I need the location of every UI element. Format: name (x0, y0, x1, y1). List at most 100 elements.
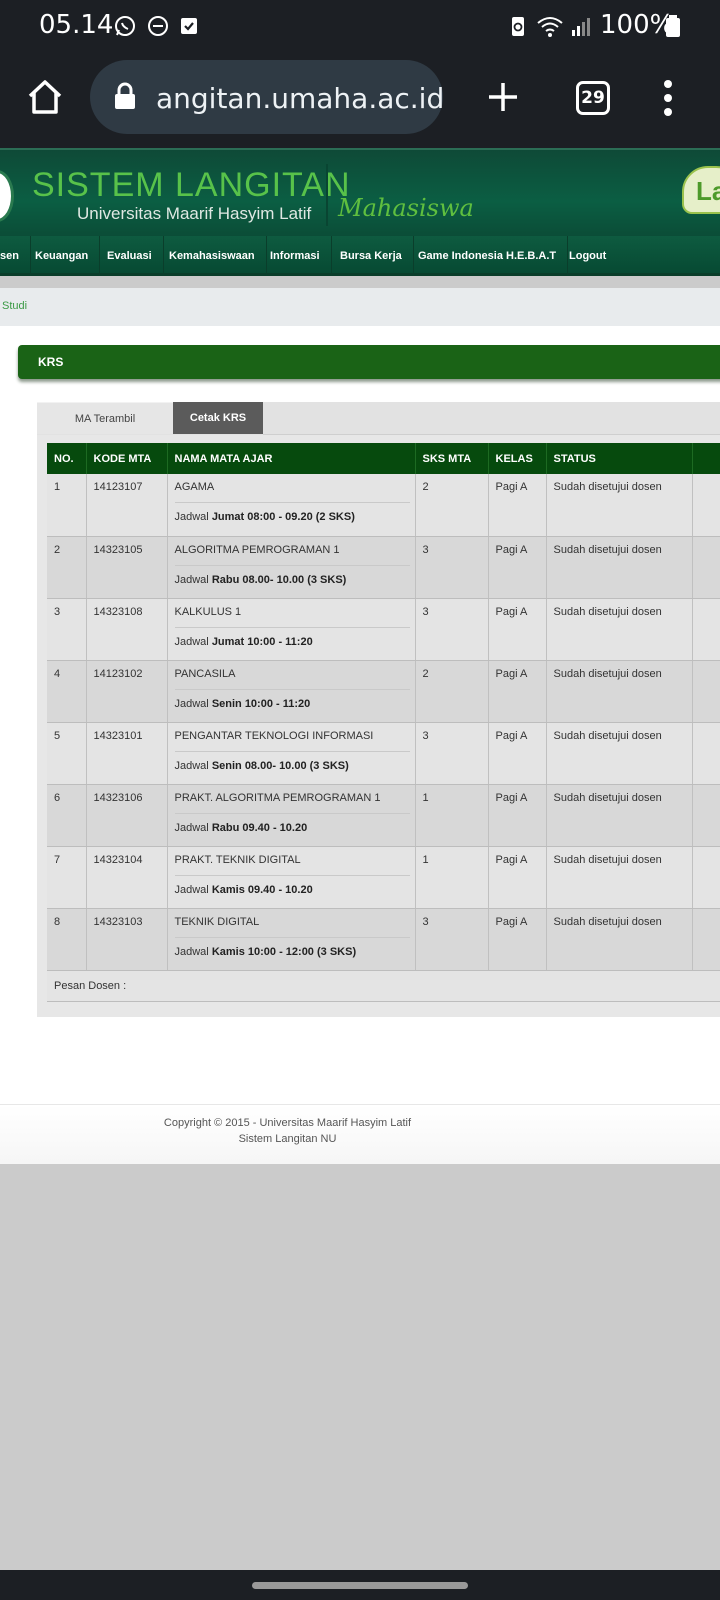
section-title: KRS (38, 355, 64, 369)
cell-no: 3 (47, 598, 87, 661)
schedule-prefix: Jadwal (174, 573, 209, 586)
footer-copyright: Copyright © 2015 - Universitas Maarif Ha… (163, 1117, 412, 1129)
cell-nama: PRAKT. ALGORITMA PEMROGRAMAN 1 Jadwal Rab… (167, 784, 416, 847)
table-row: 5 14323101 PENGANTAR TEKNOLOGI INFORMASI Ja… (47, 722, 720, 785)
course-name: TEKNIK DIGITAL (174, 916, 410, 938)
schedule-value: Kamis 10:00 - 12:00 (3 SKS) (211, 945, 357, 958)
cell-sks: 3 (415, 722, 489, 785)
cell-nama: TEKNIK DIGITAL Jadwal Kamis 10:00 - 12:00… (167, 908, 416, 971)
cell-kelas: Pagi A (488, 722, 547, 785)
header-divider (326, 164, 328, 226)
tab-ma-terambil[interactable]: MA Terambil (37, 402, 173, 434)
cell-extra (692, 660, 720, 723)
site-subtitle: Universitas Maarif Hasyim Latif (77, 204, 312, 223)
schedule-prefix: Jadwal (174, 821, 209, 834)
section-header: KRS (18, 345, 720, 379)
url-text: angitan.umaha.ac.id (156, 82, 445, 115)
battery-icon (666, 15, 680, 37)
course-schedule: Jadwal Senin 10:00 - 11:20 (175, 690, 408, 710)
schedule-prefix: Jadwal (174, 883, 209, 896)
course-schedule: Jadwal Kamis 10:00 - 12:00 (3 SKS) (175, 938, 408, 958)
cell-status: Sudah disetujui dosen (546, 722, 693, 785)
column-header-nama: NAMA MATA AJAR (167, 443, 416, 474)
cell-nama: PRAKT. TEKNIK DIGITAL Jadwal Kamis 09.40 … (167, 846, 416, 909)
pesan-dosen-row: Pesan Dosen : (47, 970, 720, 1002)
table-row: 1 14123107 AGAMA Jadwal Jumat 08:00 - 09.20… (47, 474, 720, 537)
cell-kode: 14323103 (86, 908, 168, 971)
cell-extra (692, 536, 720, 599)
cell-kode: 14323104 (86, 846, 168, 909)
tab-switcher-button[interactable]: 29 (576, 81, 610, 115)
do-not-disturb-icon (148, 16, 168, 36)
cell-extra (692, 784, 720, 847)
schedule-value: Senin 10:00 - 11:20 (211, 697, 311, 710)
schedule-value: Jumat 08:00 - 09.20 (2 SKS) (211, 511, 355, 523)
nav-item-informasi[interactable]: Informasi (259, 236, 332, 276)
course-schedule: Jadwal Jumat 08:00 - 09.20 (2 SKS) (175, 503, 408, 523)
schedule-value: Rabu 08.00- 10.00 (3 SKS) (211, 573, 347, 586)
cell-kode: 14323106 (86, 784, 168, 847)
schedule-prefix: Jadwal (174, 511, 209, 523)
cell-no: 2 (47, 536, 87, 599)
site-title: SISTEM LANGITAN (32, 166, 351, 204)
schedule-value: Rabu 09.40 - 10.20 (211, 821, 308, 834)
nav-item-evaluasi[interactable]: Evaluasi (96, 236, 164, 276)
cell-kelas: Pagi A (488, 536, 547, 599)
schedule-value: Jumat 10:00 - 11:20 (211, 635, 313, 648)
course-name: ALGORITMA PEMROGRAMAN 1 (174, 544, 410, 566)
breadcrumb: Studi (0, 288, 720, 326)
course-schedule: Jadwal Rabu 08.00- 10.00 (3 SKS) (175, 566, 408, 586)
nav-item-keuangan[interactable]: Keuangan (24, 236, 101, 276)
cell-kode: 14323101 (86, 722, 168, 785)
address-bar[interactable]: angitan.umaha.ac.id (90, 60, 445, 134)
nav-item-logout[interactable]: Logout (558, 236, 617, 276)
cell-sks: 2 (415, 660, 489, 723)
schedule-value: Kamis 09.40 - 10.20 (211, 883, 313, 896)
more-menu-icon[interactable] (658, 78, 678, 118)
gesture-handle[interactable] (252, 1582, 468, 1589)
cell-status: Sudah disetujui dosen (546, 660, 693, 723)
breadcrumb-link-studi[interactable]: Studi (2, 300, 27, 312)
nav-item-bursa-kerja[interactable]: Bursa Kerja (329, 236, 414, 276)
site-header: SISTEM LANGITAN Universitas Maarif Hasyi… (0, 148, 720, 236)
cell-kelas: Pagi A (488, 660, 547, 723)
cell-nama: PANCASILA Jadwal Senin 10:00 - 11:20 (167, 660, 416, 723)
cloud-logo: La (682, 166, 720, 214)
cell-extra (692, 908, 720, 971)
table-row: 2 14323105 ALGORITMA PEMROGRAMAN 1 Jadwal R… (47, 536, 720, 599)
cell-no: 1 (47, 474, 87, 537)
column-header-sks: SKS MTA (415, 443, 489, 474)
cell-sks: 3 (415, 598, 489, 661)
cell-sks: 1 (415, 784, 489, 847)
column-header-extra (692, 443, 720, 474)
course-name: KALKULUS 1 (174, 606, 410, 628)
site-role: Mahasiswa (338, 194, 474, 222)
cell-sks: 3 (415, 536, 489, 599)
cell-kelas: Pagi A (488, 784, 547, 847)
nav-item-game-indonesia[interactable]: Game Indonesia H.E.B.A.T (407, 236, 569, 276)
schedule-prefix: Jadwal (174, 635, 209, 648)
krs-table: NO. KODE MTA NAMA MATA AJAR SKS MTA KELA… (47, 443, 720, 1002)
course-name: PENGANTAR TEKNOLOGI INFORMASI (174, 730, 410, 752)
course-name: PANCASILA (174, 668, 410, 690)
cell-sks: 2 (415, 474, 489, 537)
nav-item-kemahasiswaan[interactable]: Kemahasiswaan (158, 236, 267, 276)
cell-status: Sudah disetujui dosen (546, 598, 693, 661)
cell-kelas: Pagi A (488, 474, 547, 537)
signal-icon (572, 18, 590, 36)
cell-extra (692, 598, 720, 661)
cell-no: 7 (47, 846, 87, 909)
tab-cetak-krs[interactable]: Cetak KRS (173, 402, 263, 434)
cell-kelas: Pagi A (488, 908, 547, 971)
cell-kode: 14323108 (86, 598, 168, 661)
schedule-prefix: Jadwal (174, 945, 209, 958)
cell-nama: KALKULUS 1 Jadwal Jumat 10:00 - 11:20 (167, 598, 416, 661)
cell-status: Sudah disetujui dosen (546, 784, 693, 847)
home-icon[interactable] (26, 78, 64, 116)
new-tab-icon[interactable] (486, 80, 520, 114)
cell-nama: PENGANTAR TEKNOLOGI INFORMASI Jadwal Seni… (167, 722, 416, 785)
table-header-row: NO. KODE MTA NAMA MATA AJAR SKS MTA KELA… (47, 443, 720, 474)
course-schedule: Jadwal Jumat 10:00 - 11:20 (175, 628, 408, 648)
course-name: AGAMA (174, 481, 410, 503)
cell-status: Sudah disetujui dosen (546, 474, 693, 537)
